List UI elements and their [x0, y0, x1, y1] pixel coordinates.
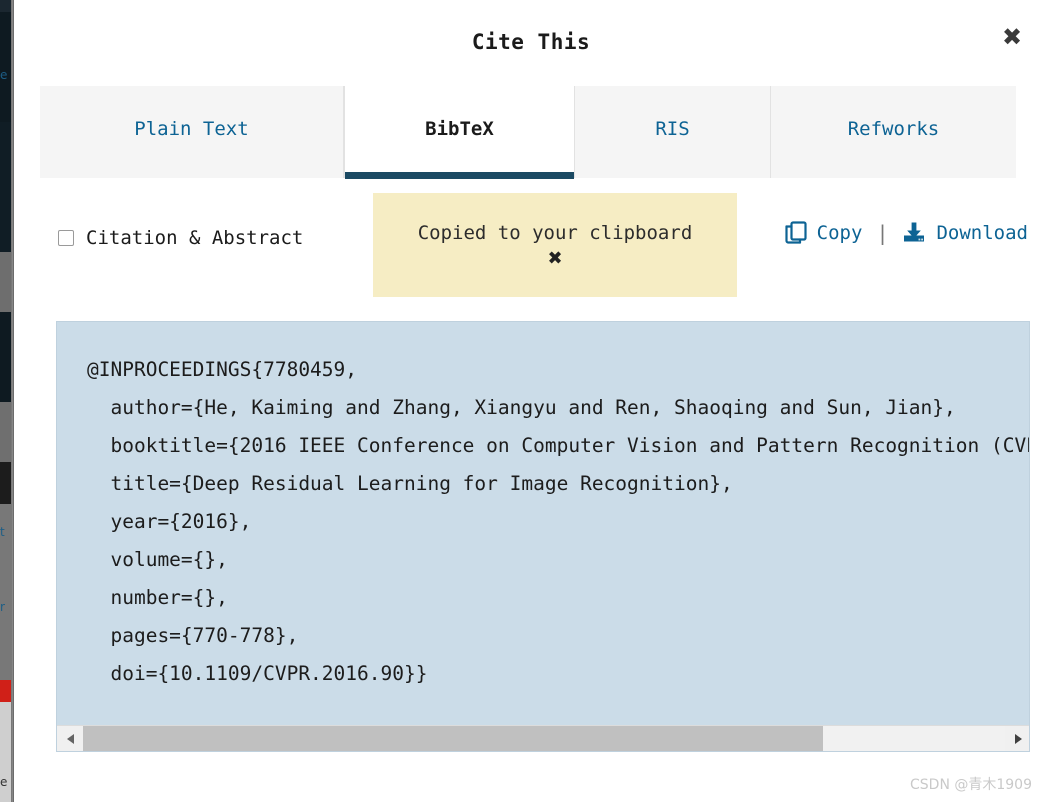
copied-toast: Copied to your clipboard ✖	[373, 193, 737, 297]
behind-text-fragment: e	[0, 68, 8, 82]
close-icon[interactable]: ✖	[996, 21, 1028, 53]
tab-label: Refworks	[847, 118, 940, 140]
behind-band	[0, 12, 11, 122]
behind-band	[0, 122, 11, 252]
citation-abstract-checkbox[interactable]: Citation & Abstract	[58, 227, 303, 249]
action-separator: |	[876, 221, 889, 245]
download-button[interactable]: Download	[902, 221, 1028, 245]
citation-format-tabs: Plain Text BibTeX RIS Refworks	[40, 86, 1016, 179]
citation-horizontal-scrollbar[interactable]	[57, 725, 1029, 751]
tab-bibtex[interactable]: BibTeX	[344, 86, 575, 179]
dialog-header: Cite This ✖	[14, 0, 1048, 86]
download-icon	[902, 221, 926, 245]
tab-label: BibTeX	[425, 118, 494, 140]
scrollbar-track[interactable]	[83, 726, 1005, 751]
copy-icon	[785, 221, 807, 245]
behind-band	[0, 252, 11, 312]
citation-text[interactable]: @INPROCEEDINGS{7780459, author={He, Kaim…	[57, 322, 1029, 727]
scroll-right-arrow-icon[interactable]	[1005, 726, 1029, 751]
citation-abstract-label: Citation & Abstract	[86, 227, 304, 249]
tab-refworks[interactable]: Refworks	[771, 86, 1016, 178]
tab-ris[interactable]: RIS	[575, 86, 771, 178]
tab-plain-text[interactable]: Plain Text	[40, 86, 344, 178]
page-title: Cite This	[471, 30, 591, 54]
behind-text-fragment: t	[0, 525, 5, 539]
citation-text-container: @INPROCEEDINGS{7780459, author={He, Kaim…	[56, 321, 1030, 752]
citation-actions-row: Citation & Abstract Copied to your clipb…	[40, 185, 1030, 305]
tab-label: RIS	[655, 118, 690, 140]
behind-band	[0, 402, 11, 462]
behind-band	[0, 312, 11, 402]
behind-band	[0, 0, 11, 12]
copy-button[interactable]: Copy	[785, 221, 863, 245]
scroll-left-arrow-icon[interactable]	[57, 726, 83, 751]
behind-band	[0, 680, 11, 702]
checkbox-icon[interactable]	[58, 230, 74, 246]
toast-close-icon[interactable]: ✖	[547, 250, 562, 268]
cite-this-dialog: Cite This ✖ Plain Text BibTeX RIS Refwor…	[14, 0, 1048, 802]
background-page: e t r e	[0, 0, 14, 802]
tab-label: Plain Text	[134, 118, 249, 140]
download-button-label: Download	[936, 222, 1028, 244]
behind-text-fragment: e	[0, 775, 8, 789]
toast-message: Copied to your clipboard	[417, 222, 693, 244]
scrollbar-thumb[interactable]	[83, 726, 823, 751]
copy-button-label: Copy	[816, 222, 863, 244]
watermark: CSDN @青木1909	[910, 777, 1032, 793]
behind-text-fragment: r	[0, 600, 5, 614]
behind-band	[0, 462, 11, 504]
copy-download-group: Copy | Download	[785, 221, 1028, 245]
